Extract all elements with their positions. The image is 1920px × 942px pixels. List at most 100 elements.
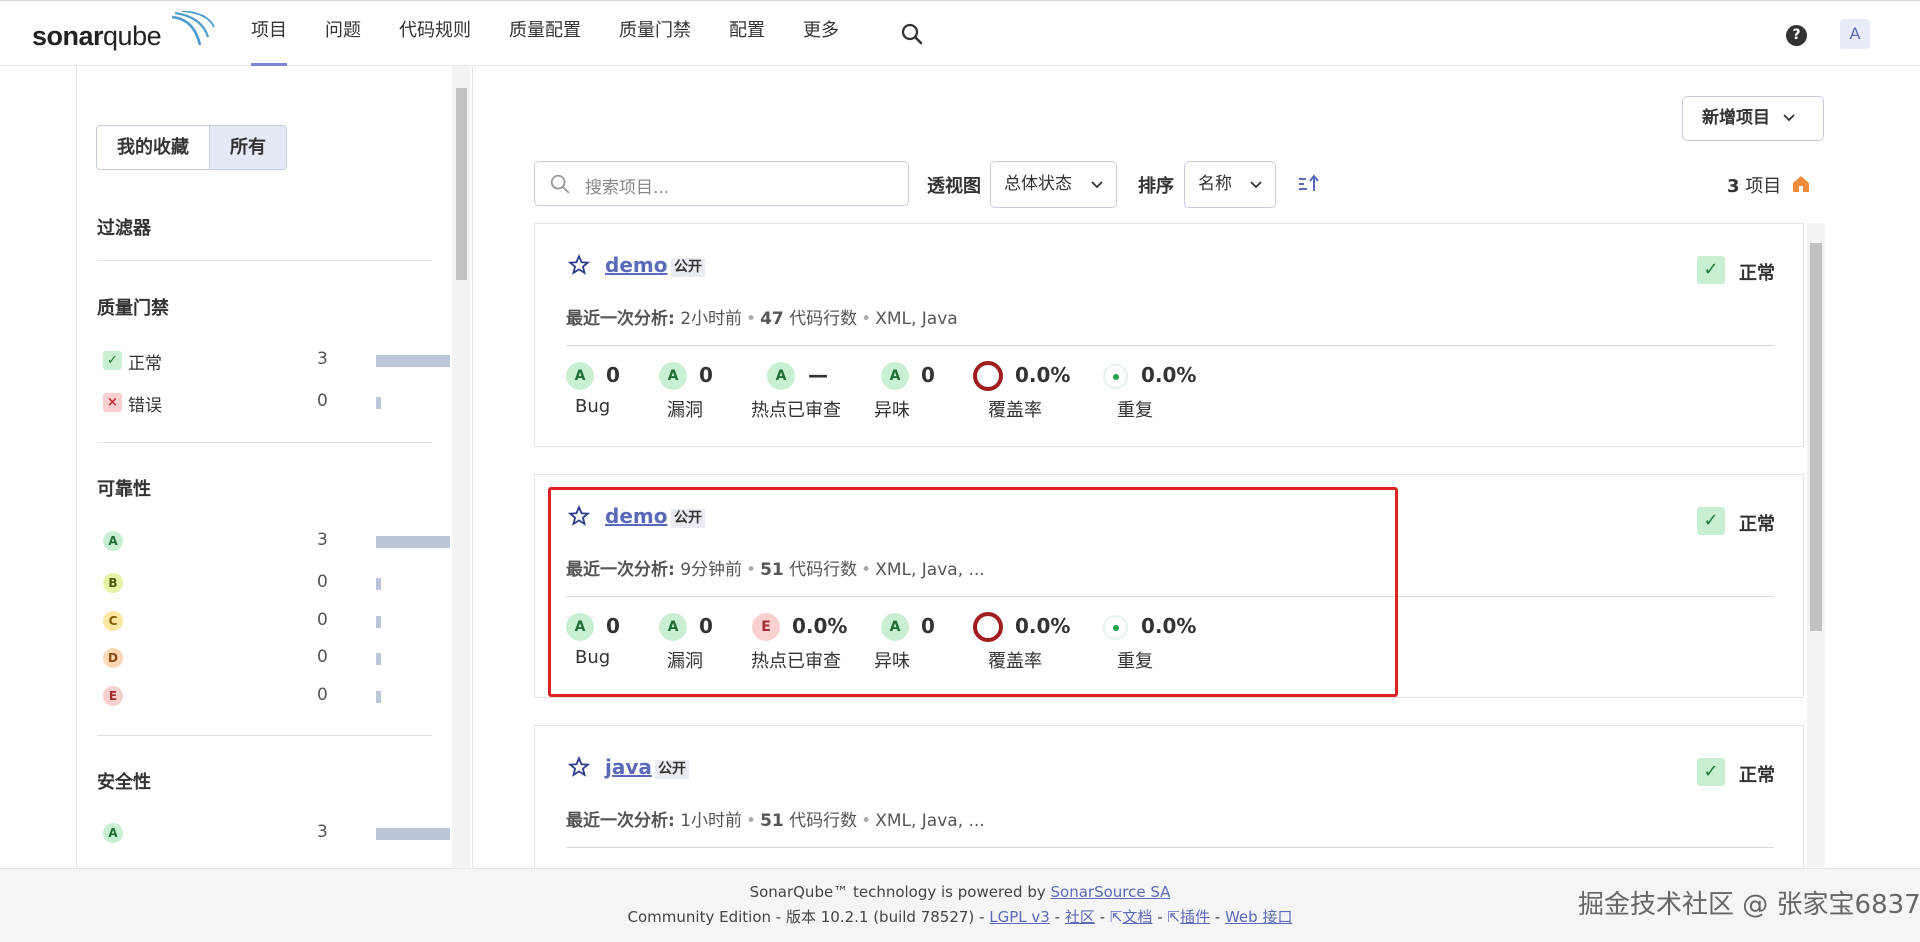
perspective-value: 总体状态 [1004, 174, 1072, 194]
metric-label: Bug [575, 647, 611, 668]
metric-label: 异味 [874, 400, 910, 421]
brand-watermark: 掘金技术社区 @ 张家宝6837 [1578, 890, 1920, 920]
facet-bar [376, 828, 450, 840]
metric-label: 覆盖率 [988, 400, 1042, 421]
docs-link[interactable]: 文档 [1122, 908, 1152, 926]
chevron-down-icon [1250, 181, 1262, 189]
sonarsource-link[interactable]: SonarSource SA [1051, 883, 1171, 901]
nav-quality-profiles[interactable]: 质量配置 [509, 1, 581, 67]
nav-quality-gates[interactable]: 质量门禁 [619, 1, 691, 67]
metric-label: 漏洞 [667, 400, 703, 421]
rating-badge: B [103, 573, 123, 593]
metric-label: 重复 [1117, 400, 1153, 421]
project-list-scrollbar[interactable] [1807, 223, 1825, 867]
metric-value: 0 [606, 363, 620, 387]
metric-value: — [808, 363, 828, 387]
rating-badge: A [103, 823, 123, 843]
rating-badge: A [103, 531, 123, 551]
separator: - [1214, 908, 1221, 926]
external-link-icon: ⇱ [1109, 908, 1123, 926]
sort-value: 名称 [1198, 174, 1232, 194]
rating-badge: A [659, 613, 687, 641]
facet-reliability-d[interactable]: D 0 [103, 647, 433, 671]
project-count-value: 3 [1727, 176, 1740, 197]
project-list-scroll-thumb[interactable] [1810, 243, 1822, 631]
metric-value: 0.0% [1015, 363, 1071, 387]
lines-of-code: 51 [760, 560, 784, 580]
metric-value: 0.0% [1141, 363, 1197, 387]
lines-of-code-label: 代码行数 [789, 811, 858, 831]
metric-label: 异味 [874, 651, 910, 672]
facet-gate-ok[interactable]: ✓ 正常 3 [103, 349, 450, 374]
nav-rules[interactable]: 代码规则 [399, 1, 471, 67]
plugins-link[interactable]: 插件 [1180, 908, 1210, 926]
favorite-star-icon[interactable] [568, 505, 590, 527]
project-card: demo 公开 ✓ 正常 最近一次分析: 2小时前 • 47 代码行数 • XML, J… [534, 223, 1804, 447]
toggle-all[interactable]: 所有 [209, 126, 286, 169]
facet-count: 0 [317, 685, 328, 705]
facet-count: 0 [317, 391, 328, 411]
toggle-favorites[interactable]: 我的收藏 [97, 126, 209, 169]
facet-bar [376, 691, 381, 703]
nav-administration[interactable]: 配置 [729, 1, 765, 67]
rating-badge: A [659, 362, 687, 390]
favorite-star-icon[interactable] [568, 254, 590, 276]
metric-label: Bug [575, 396, 611, 417]
last-analysis-label: 最近一次分析: [566, 560, 675, 580]
sidebar-scrollbar[interactable] [452, 66, 470, 868]
facet-security-a[interactable]: A 3 [103, 822, 450, 846]
quality-gate-check-icon: ✓ [1697, 758, 1725, 786]
project-name-link[interactable]: java [605, 755, 652, 779]
sidebar-scroll-thumb[interactable] [456, 88, 467, 280]
rating-badge: E [103, 686, 123, 706]
duplication-dot-icon [1103, 615, 1128, 640]
project-search-input[interactable]: 搜索项目... [534, 161, 909, 206]
quality-gate-status: 正常 [1739, 263, 1775, 284]
lgpl-link[interactable]: LGPL v3 [989, 908, 1050, 926]
metric-value: 0.0% [1141, 614, 1197, 638]
web-api-link[interactable]: Web 接口 [1225, 908, 1292, 926]
rating-badge: D [103, 648, 123, 668]
lines-of-code: 51 [760, 811, 784, 831]
metric-value: 0 [699, 363, 713, 387]
lines-of-code-label: 代码行数 [789, 309, 858, 329]
search-icon[interactable] [900, 22, 924, 46]
coverage-ring-icon [973, 612, 1003, 642]
facet-count: 3 [317, 530, 328, 550]
security-heading: 安全性 [97, 772, 151, 793]
favorite-star-icon[interactable] [568, 756, 590, 778]
community-link[interactable]: 社区 [1065, 908, 1095, 926]
quality-gate-check-icon: ✓ [1697, 507, 1725, 535]
perspective-select[interactable]: 总体状态 [990, 161, 1117, 208]
facet-reliability-e[interactable]: E 0 [103, 685, 433, 709]
facet-gate-error[interactable]: × 错误 0 [103, 391, 433, 416]
rating-badge: A [767, 362, 795, 390]
cross-icon: × [103, 393, 122, 412]
nav-issues[interactable]: 问题 [325, 1, 361, 67]
sort-select[interactable]: 名称 [1184, 161, 1276, 208]
divider [97, 260, 432, 261]
rating-badge: A [566, 362, 594, 390]
rating-badge: C [103, 611, 123, 631]
languages: XML, Java [875, 309, 958, 329]
favorites-all-toggle: 我的收藏 所有 [96, 125, 287, 170]
new-project-button[interactable]: 新增项目 [1682, 96, 1824, 141]
facet-label: 错误 [128, 396, 162, 416]
nav-projects[interactable]: 项目 [251, 1, 287, 67]
facet-reliability-c[interactable]: C 0 [103, 610, 433, 634]
coverage-ring-icon [973, 361, 1003, 391]
user-avatar[interactable]: A [1840, 19, 1870, 49]
home-icon[interactable] [1791, 174, 1811, 194]
nav-more[interactable]: 更多 [803, 1, 839, 67]
project-name-link[interactable]: demo [605, 504, 667, 528]
facet-bar [376, 397, 381, 409]
reliability-heading: 可靠性 [97, 479, 151, 500]
divider [566, 345, 1774, 346]
sort-direction-icon[interactable] [1297, 174, 1321, 194]
help-icon[interactable]: ? [1786, 25, 1807, 46]
facet-reliability-a[interactable]: A 3 [103, 530, 450, 554]
top-navbar: sonarqube 项目 问题 代码规则 质量配置 质量门禁 配置 更多 ? A [0, 0, 1920, 67]
facet-reliability-b[interactable]: B 0 [103, 572, 433, 596]
project-name-link[interactable]: demo [605, 253, 667, 277]
separator: - [1054, 908, 1061, 926]
